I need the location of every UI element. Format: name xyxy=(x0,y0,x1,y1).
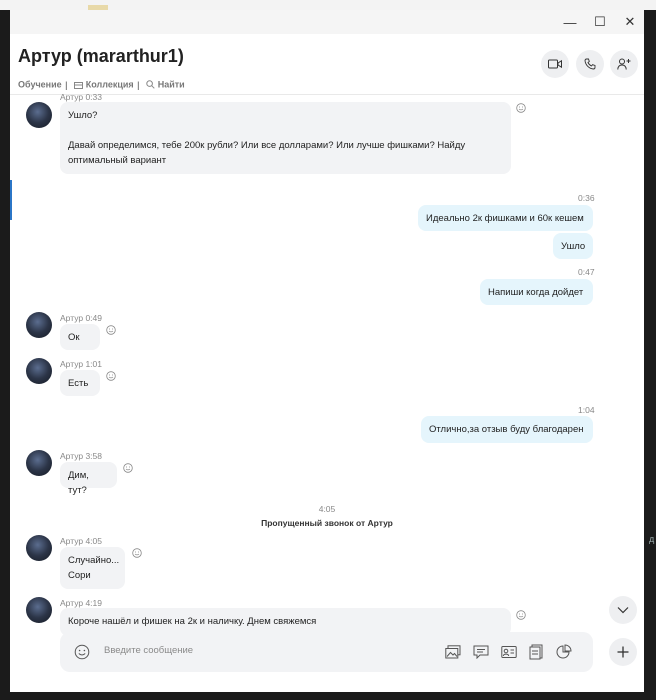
background-text: д xyxy=(649,534,655,544)
emoji-icon xyxy=(74,644,90,660)
poll-button[interactable] xyxy=(555,643,573,661)
contact-card-icon xyxy=(501,646,517,658)
minimize-button[interactable]: — xyxy=(555,10,585,34)
message-text: Сори xyxy=(68,570,91,581)
outgoing-message[interactable]: Идеально 2к фишками и 60к кешем xyxy=(418,205,593,231)
background-strip xyxy=(0,0,656,10)
reaction-smiley-icon[interactable] xyxy=(123,463,133,473)
pie-chart-icon xyxy=(556,644,572,659)
message-text: Ушло? xyxy=(68,110,98,121)
scroll-to-bottom-button[interactable] xyxy=(609,596,637,624)
message-sender-time: Артур 0:33 xyxy=(60,92,102,102)
message-text: Ок xyxy=(68,332,80,343)
header-link-learning[interactable]: Обучение xyxy=(18,80,62,90)
add-media-button[interactable] xyxy=(444,643,462,661)
maximize-button[interactable]: ☐ xyxy=(585,10,615,34)
header-link-find[interactable]: Найти xyxy=(158,80,185,90)
link-separator: | xyxy=(65,79,68,90)
gallery-icon xyxy=(445,645,461,659)
chat-bubble-icon xyxy=(473,645,489,659)
avatar[interactable] xyxy=(26,312,52,338)
incoming-message[interactable]: Дим, тут? xyxy=(60,462,117,496)
reaction-smiley-icon[interactable] xyxy=(132,548,142,558)
avatar[interactable] xyxy=(26,450,52,476)
avatar[interactable] xyxy=(26,102,52,128)
contact-name[interactable]: Артур (mararthur1) xyxy=(18,46,184,67)
message-text: Ушло xyxy=(561,241,586,252)
file-icon xyxy=(529,644,543,660)
message-sender-time: Артур 4:19 xyxy=(60,598,102,608)
video-call-button[interactable] xyxy=(541,50,569,78)
reaction-smiley-icon[interactable] xyxy=(106,325,116,335)
message-text: Идеально 2к фишками и 60к кешем xyxy=(426,213,584,224)
avatar[interactable] xyxy=(26,597,52,623)
outgoing-message[interactable]: Ушло xyxy=(553,233,593,259)
incoming-message[interactable]: Ок xyxy=(60,324,100,350)
audio-call-button[interactable] xyxy=(576,50,604,78)
chevron-down-icon xyxy=(617,607,629,614)
reaction-smiley-icon[interactable] xyxy=(516,103,526,113)
gif-button[interactable] xyxy=(472,643,490,661)
window-edge-highlight xyxy=(10,180,12,220)
incoming-message[interactable]: Есть xyxy=(60,370,100,396)
outgoing-message[interactable]: Отлично,за отзыв буду благодарен xyxy=(421,416,593,443)
chat-header: Артур (mararthur1) Обучение | Коллекция … xyxy=(10,34,644,95)
message-time: 1:04 xyxy=(578,405,595,415)
title-bar: — ☐ ✕ xyxy=(10,10,644,34)
phone-icon xyxy=(584,58,596,70)
more-options-button[interactable] xyxy=(609,638,637,666)
message-sender-time: Артур 4:05 xyxy=(60,536,102,546)
message-text: Есть xyxy=(68,378,89,389)
link-separator: | xyxy=(137,79,140,90)
message-time: 0:47 xyxy=(578,267,595,277)
message-list[interactable]: Артур 0:33 Ушло? Давай определимся, тебе… xyxy=(10,92,644,692)
message-text: Случайно... xyxy=(68,555,120,566)
message-sender-time: Артур 0:49 xyxy=(60,313,102,323)
incoming-message[interactable]: Случайно... Сори xyxy=(60,547,125,589)
emoji-button[interactable] xyxy=(73,643,91,661)
send-file-button[interactable] xyxy=(528,643,546,661)
avatar[interactable] xyxy=(26,358,52,384)
skype-chat-window: — ☐ ✕ Артур (mararthur1) Обучение | Колл… xyxy=(10,10,644,692)
header-links: Обучение | Коллекция | Найти xyxy=(18,79,185,90)
message-sender-time: Артур 3:58 xyxy=(60,451,102,461)
missed-call-notice: Пропущенный звонок от Артур xyxy=(261,518,393,528)
search-icon xyxy=(146,80,155,89)
event-time: 4:05 xyxy=(318,504,336,514)
message-text: Давай определимся, тебе 200к рубли? Или … xyxy=(68,140,466,166)
close-button[interactable]: ✕ xyxy=(615,10,644,34)
send-contact-button[interactable] xyxy=(500,643,518,661)
message-text: Короче нашёл и фишек на 2к и наличку. Дн… xyxy=(68,616,317,627)
message-composer: Введите сообщение xyxy=(60,632,593,672)
collection-icon xyxy=(74,81,84,89)
message-time: 0:36 xyxy=(578,193,595,203)
add-person-icon xyxy=(617,58,631,70)
video-camera-icon xyxy=(548,59,562,69)
avatar[interactable] xyxy=(26,535,52,561)
message-input[interactable]: Введите сообщение xyxy=(104,645,193,656)
message-text: Напиши когда дойдет xyxy=(488,287,584,298)
plus-icon xyxy=(617,646,629,658)
outgoing-message[interactable]: Напиши когда дойдет xyxy=(480,279,593,305)
message-sender-time: Артур 1:01 xyxy=(60,359,102,369)
message-text xyxy=(68,123,503,138)
reaction-smiley-icon[interactable] xyxy=(516,610,526,620)
add-participant-button[interactable] xyxy=(610,50,638,78)
message-text: Отлично,за отзыв буду благодарен xyxy=(429,424,584,435)
incoming-message[interactable]: Ушло? Давай определимся, тебе 200к рубли… xyxy=(60,102,511,174)
message-text: Дим, тут? xyxy=(68,470,89,496)
reaction-smiley-icon[interactable] xyxy=(106,371,116,381)
header-link-collection[interactable]: Коллекция xyxy=(86,80,134,90)
